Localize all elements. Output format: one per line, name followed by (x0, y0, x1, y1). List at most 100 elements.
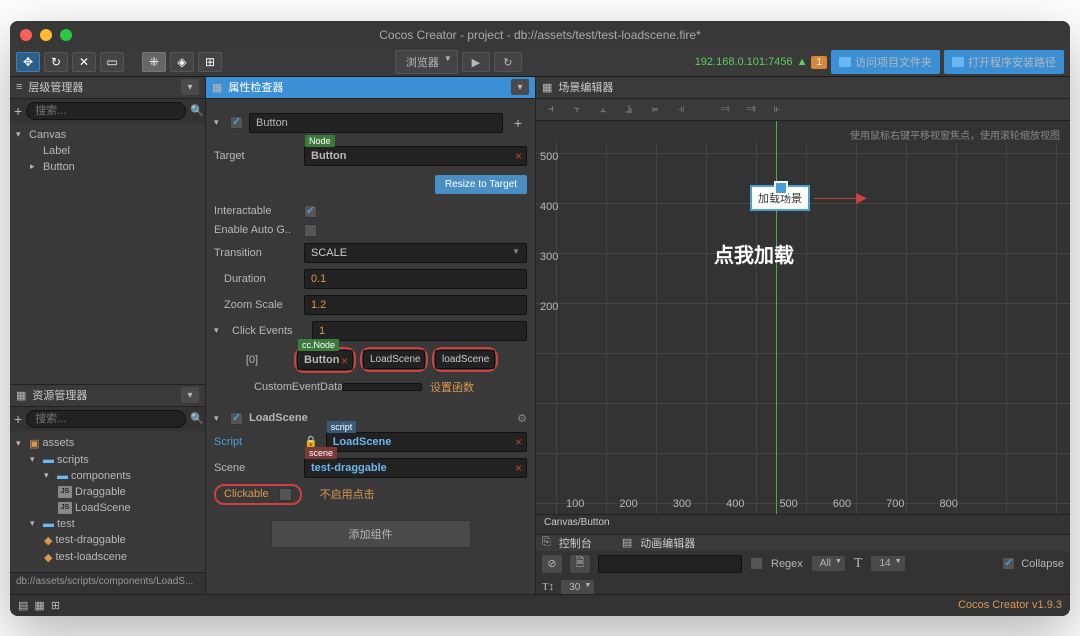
event-component-select[interactable]: LoadScene (363, 350, 425, 369)
enable-auto-checkbox[interactable] (304, 224, 317, 237)
scene-hint: 使用鼠标右键平移视窗焦点，使用滚轮缩放视图 (850, 127, 1060, 142)
transform-gizmo[interactable] (774, 181, 788, 195)
click-event-row: [0] cc.Node Button× LoadScene loadScene (214, 344, 527, 376)
asset-folder-components[interactable]: ▾▬components (10, 468, 205, 484)
animation-tab[interactable]: 动画编辑器 (640, 535, 695, 551)
asset-folder-test[interactable]: ▾▬test (10, 516, 205, 532)
status-icon2[interactable]: ▦ (34, 599, 44, 612)
add-asset-button[interactable]: + (14, 410, 22, 428)
custom-data-input[interactable] (342, 383, 422, 391)
status-icon3[interactable]: ⊞ (51, 599, 60, 612)
asset-draggable[interactable]: JSDraggable (10, 484, 205, 500)
console-filter-input[interactable] (598, 555, 742, 573)
target-field[interactable]: Node Button × (304, 146, 527, 166)
assets-search-input[interactable] (26, 410, 186, 428)
anchor-tool[interactable]: ⁜ (142, 52, 166, 72)
open-log-button[interactable]: 🗎 (570, 555, 590, 573)
reload-button[interactable]: ↻ (494, 52, 522, 72)
visit-folder-button[interactable]: 访问项目文件夹 (831, 50, 940, 74)
fire-icon: ◆ (44, 551, 52, 564)
inspector-header: ▦ 属性检查器 ▾ (206, 77, 535, 99)
panel-menu-icon[interactable]: ▾ (181, 387, 199, 403)
hierarchy-title: 层级管理器 (28, 79, 83, 95)
duration-input[interactable]: 0.1 (304, 269, 527, 289)
panel-menu-icon[interactable]: ▾ (511, 79, 529, 95)
gizmo-arrow-icon[interactable]: ———▶ (814, 189, 867, 206)
tree-item-button[interactable]: ▸Button (10, 159, 205, 175)
gear-icon[interactable]: ⚙ (517, 412, 527, 425)
highlight-circle: cc.Node Button× (294, 347, 356, 373)
clear-console-button[interactable]: ⊘ (542, 555, 562, 573)
transition-select[interactable]: SCALE (304, 243, 527, 263)
no-click-annotation: 不启用点击 (320, 486, 375, 502)
search-icon[interactable]: 🔍 (190, 104, 204, 117)
clickable-checkbox[interactable] (279, 488, 292, 501)
preview-platform-select[interactable]: 浏览器 (395, 50, 458, 74)
search-icon[interactable]: 🔍 (190, 412, 204, 425)
hierarchy-header: ≡ 层级管理器 ▾ (10, 77, 205, 99)
play-button[interactable]: ▶ (462, 52, 490, 72)
clear-icon[interactable]: × (515, 461, 522, 475)
tree-item-canvas[interactable]: ▾Canvas (10, 127, 205, 143)
hierarchy-search-input[interactable] (26, 102, 186, 120)
distribute-icon[interactable]: ⫦ (768, 101, 786, 117)
loadscene-enabled-checkbox[interactable] (230, 412, 243, 425)
add-button[interactable]: + (509, 114, 527, 132)
click-events-count[interactable]: 1 (312, 321, 527, 341)
console-tab[interactable]: 控制台 (559, 535, 592, 551)
resize-button[interactable]: Resize to Target (435, 175, 527, 194)
button-enabled-checkbox[interactable] (230, 116, 243, 129)
scene-label-node[interactable]: 点我加载 (714, 239, 794, 268)
asset-path: db://assets/scripts/components/LoadS... (10, 572, 205, 594)
asset-folder-scripts[interactable]: ▾▬scripts (10, 452, 205, 468)
rotate-tool[interactable]: ↻ (44, 52, 68, 72)
align-center-h-icon[interactable]: ⫟ (568, 101, 586, 117)
interactable-checkbox[interactable] (304, 205, 317, 218)
add-component-button[interactable]: 添加组件 (271, 520, 471, 548)
ruler-vertical: 500 400 300 200 (540, 151, 558, 313)
log-level-select[interactable]: All (811, 555, 846, 572)
line-height-select[interactable]: 30 (560, 579, 595, 594)
align-top-icon[interactable]: ⫡ (620, 101, 638, 117)
asset-test-draggable[interactable]: ◆test-draggable (10, 532, 205, 549)
button-name-field[interactable]: Button (249, 113, 503, 133)
zoom-input[interactable]: 1.2 (304, 295, 527, 315)
align-right-icon[interactable]: ⫠ (594, 101, 612, 117)
rect-tool[interactable]: ▭ (100, 52, 124, 72)
asset-loadscene[interactable]: JSLoadScene (10, 500, 205, 516)
asset-root[interactable]: ▾▣assets (10, 435, 205, 452)
panel-menu-icon[interactable]: ▾ (181, 79, 199, 95)
clear-icon[interactable]: × (341, 354, 348, 368)
event-node-field[interactable]: cc.Node Button× (297, 350, 353, 370)
enable-auto-label: Enable Auto G.. (214, 224, 296, 236)
align-center-v-icon[interactable]: ⫢ (646, 101, 664, 117)
loadscene-component-header: ▾ LoadScene ⚙ (214, 408, 527, 429)
asset-test-loadscene[interactable]: ◆test-loadscene (10, 549, 205, 566)
font-size-select[interactable]: 14 (870, 555, 905, 572)
scale-tool[interactable]: ✕ (72, 52, 96, 72)
scene-field[interactable]: scene test-draggable × (304, 458, 527, 478)
pivot-tool[interactable]: ◈ (170, 52, 194, 72)
scene-toolbar: ⫞ ⫟ ⫠ ⫡ ⫢ ⫣ ⫤ ⫥ ⫦ (536, 99, 1070, 121)
status-icon[interactable]: ▤ (18, 599, 28, 612)
scene-header: ▦ 场景编辑器 (536, 77, 1070, 99)
notification-badge[interactable]: 1 (811, 56, 827, 69)
move-tool[interactable]: ✥ (16, 52, 40, 72)
clear-icon[interactable]: × (515, 149, 522, 163)
add-node-button[interactable]: + (14, 102, 22, 120)
clear-icon[interactable]: × (515, 435, 522, 449)
scene-view[interactable]: 使用鼠标右键平移视窗焦点，使用滚轮缩放视图 500 400 300 200 10… (536, 121, 1070, 514)
align-bottom-icon[interactable]: ⫣ (672, 101, 690, 117)
regex-checkbox[interactable] (750, 557, 763, 570)
align-left-icon[interactable]: ⫞ (542, 101, 560, 117)
script-field[interactable]: script LoadScene × (326, 432, 527, 452)
distribute-h-icon[interactable]: ⫤ (716, 101, 734, 117)
distribute-v-icon[interactable]: ⫥ (742, 101, 760, 117)
local-tool[interactable]: ⊞ (198, 52, 222, 72)
target-label: Target (214, 150, 296, 162)
collapse-checkbox[interactable] (1002, 557, 1015, 570)
open-installer-button[interactable]: 打开程序安装路径 (944, 50, 1064, 74)
tree-item-label[interactable]: Label (10, 143, 205, 159)
app-window: Cocos Creator - project - db://assets/te… (10, 21, 1070, 616)
event-handler-select[interactable]: loadScene (435, 350, 495, 369)
